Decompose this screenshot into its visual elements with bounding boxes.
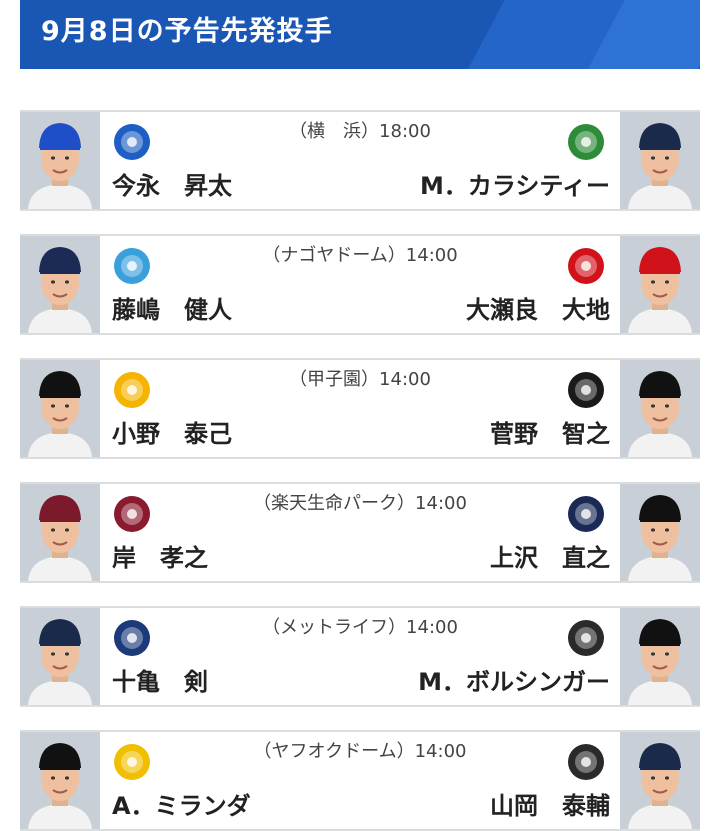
marines-logo-icon xyxy=(564,616,608,660)
game-card[interactable]: （楽天生命パーク）14:00 岸 孝之 上沢 直之 xyxy=(20,482,700,583)
game-card[interactable]: （メットライフ）14:00 十亀 剣 M．ボルシンガー xyxy=(20,606,700,707)
home-pitcher-photo xyxy=(20,112,100,209)
home-pitcher-name[interactable]: A．ミランダ xyxy=(112,790,251,822)
away-pitcher-name[interactable]: M．ボルシンガー xyxy=(418,666,610,698)
fighters-logo-icon xyxy=(564,492,608,536)
away-pitcher-photo xyxy=(620,236,700,333)
swallows-logo-icon xyxy=(564,120,608,164)
game-venue-time: （メットライフ）14:00 xyxy=(262,617,458,638)
carp-logo-icon xyxy=(564,244,608,288)
away-pitcher-photo xyxy=(620,732,700,829)
page-title: 9月8日の予告先発投手 xyxy=(41,16,333,47)
away-pitcher-name[interactable]: 上沢 直之 xyxy=(490,542,610,574)
home-pitcher-name[interactable]: 藤嶋 健人 xyxy=(112,294,232,326)
away-pitcher-name[interactable]: 山岡 泰輔 xyxy=(490,790,610,822)
home-pitcher-photo xyxy=(20,484,100,581)
game-venue-time: （ヤフオクドーム）14:00 xyxy=(253,741,467,762)
away-pitcher-photo xyxy=(620,484,700,581)
away-pitcher-name[interactable]: 菅野 智之 xyxy=(490,418,610,450)
away-pitcher-photo xyxy=(620,608,700,705)
game-card[interactable]: （ヤフオクドーム）14:00 A．ミランダ 山岡 泰輔 xyxy=(20,730,700,831)
game-venue-time: （ナゴヤドーム）14:00 xyxy=(262,245,458,266)
game-venue-time: （甲子園）14:00 xyxy=(289,369,431,390)
home-pitcher-name[interactable]: 十亀 剣 xyxy=(112,666,208,698)
away-pitcher-name[interactable]: M．カラシティー xyxy=(420,170,610,202)
home-pitcher-photo xyxy=(20,360,100,457)
home-pitcher-photo xyxy=(20,732,100,829)
giants-logo-icon xyxy=(564,368,608,412)
game-venue-time: （楽天生命パーク）14:00 xyxy=(253,493,467,514)
game-card[interactable]: （ナゴヤドーム）14:00 藤嶋 健人 大瀬良 大地 xyxy=(20,234,700,335)
home-pitcher-photo xyxy=(20,236,100,333)
game-card[interactable]: （甲子園）14:00 小野 泰己 菅野 智之 xyxy=(20,358,700,459)
away-pitcher-photo xyxy=(620,360,700,457)
game-venue-time: （横 浜）18:00 xyxy=(289,121,431,142)
away-pitcher-name[interactable]: 大瀬良 大地 xyxy=(466,294,610,326)
home-pitcher-name[interactable]: 岸 孝之 xyxy=(112,542,208,574)
page-header: 9月8日の予告先発投手 xyxy=(20,0,700,69)
game-card[interactable]: （横 浜）18:00 今永 昇太 M．カラシティー xyxy=(20,110,700,211)
buffaloes-logo-icon xyxy=(564,740,608,784)
home-pitcher-name[interactable]: 小野 泰己 xyxy=(112,418,232,450)
away-pitcher-photo xyxy=(620,112,700,209)
home-pitcher-name[interactable]: 今永 昇太 xyxy=(112,170,232,202)
home-pitcher-photo xyxy=(20,608,100,705)
